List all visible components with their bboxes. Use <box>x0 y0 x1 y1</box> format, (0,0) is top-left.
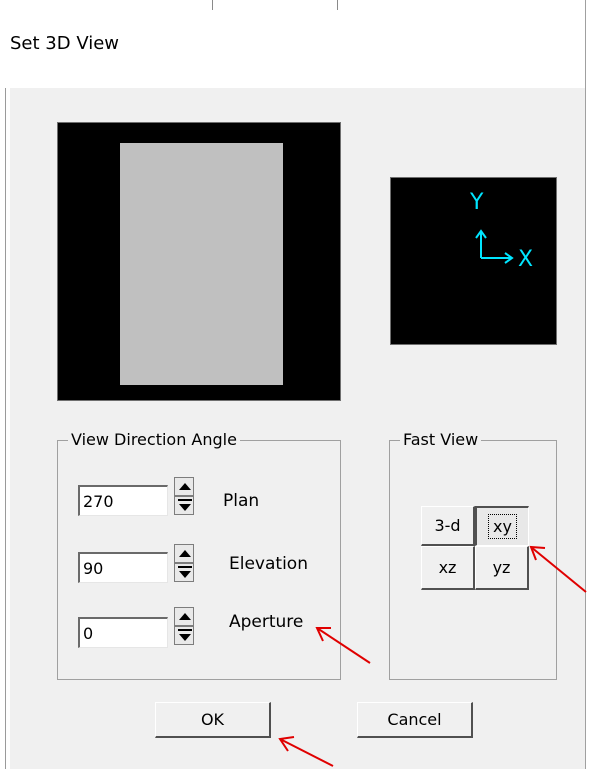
fast-view-xy-label: xy <box>488 514 517 539</box>
spin-bar-icon <box>178 499 192 501</box>
cancel-button[interactable]: Cancel <box>357 702 473 738</box>
fast-view-3d-button[interactable]: 3-d <box>421 506 475 546</box>
plan-spin-up-button[interactable] <box>174 477 194 496</box>
fast-view-yz-button[interactable]: yz <box>475 546 529 590</box>
dialog-left-edge <box>5 88 6 769</box>
aperture-label: Aperture <box>229 612 304 632</box>
fast-view-group: Fast View 3-d xy xz yz <box>389 430 557 680</box>
spin-up-icon <box>179 483 191 490</box>
aperture-spinner <box>174 607 194 645</box>
spin-bar-icon <box>178 629 192 631</box>
plan-angle-input[interactable]: 270 <box>78 485 168 516</box>
spin-down-icon <box>179 504 191 511</box>
y-axis-label: Y <box>470 190 484 215</box>
cancel-button-label: Cancel <box>387 710 442 729</box>
right-frame <box>585 0 599 769</box>
spin-up-icon <box>179 550 191 557</box>
plan-spinner <box>174 477 194 515</box>
elevation-spin-down-button[interactable] <box>174 563 194 582</box>
plan-spin-down-button[interactable] <box>174 496 194 515</box>
ok-button[interactable]: OK <box>155 702 271 738</box>
aperture-spin-up-button[interactable] <box>174 607 194 626</box>
title-bar: Set 3D View <box>0 0 599 88</box>
view-direction-group: View Direction Angle 270 Plan 90 Elevati… <box>57 430 341 680</box>
elevation-spin-up-button[interactable] <box>174 544 194 563</box>
view-preview-panel <box>57 122 341 401</box>
fast-view-xy-button[interactable]: xy <box>475 506 529 546</box>
ok-button-label: OK <box>200 710 225 729</box>
fast-view-xz-label: xz <box>438 558 457 577</box>
window-title: Set 3D View <box>10 33 120 54</box>
fast-view-yz-label: yz <box>492 558 511 577</box>
elevation-label: Elevation <box>229 554 308 574</box>
top-edge-mark <box>337 0 338 10</box>
spin-up-icon <box>179 613 191 620</box>
fast-view-xz-button[interactable]: xz <box>421 546 475 590</box>
spin-bar-icon <box>178 566 192 568</box>
aperture-angle-input[interactable]: 0 <box>78 617 168 648</box>
fast-view-group-title: Fast View <box>400 430 482 450</box>
plan-label: Plan <box>223 491 260 511</box>
fast-view-3d-label: 3-d <box>434 516 461 535</box>
spin-down-icon <box>179 634 191 641</box>
top-edge-mark <box>212 0 213 10</box>
elevation-angle-input[interactable]: 90 <box>78 552 168 583</box>
aperture-spin-down-button[interactable] <box>174 626 194 645</box>
elevation-spinner <box>174 544 194 582</box>
preview-model-shape <box>120 143 283 385</box>
x-axis-label: X <box>518 247 534 272</box>
axis-orientation-panel: Y X <box>390 177 557 345</box>
spin-down-icon <box>179 571 191 578</box>
view-direction-group-title: View Direction Angle <box>68 430 240 450</box>
